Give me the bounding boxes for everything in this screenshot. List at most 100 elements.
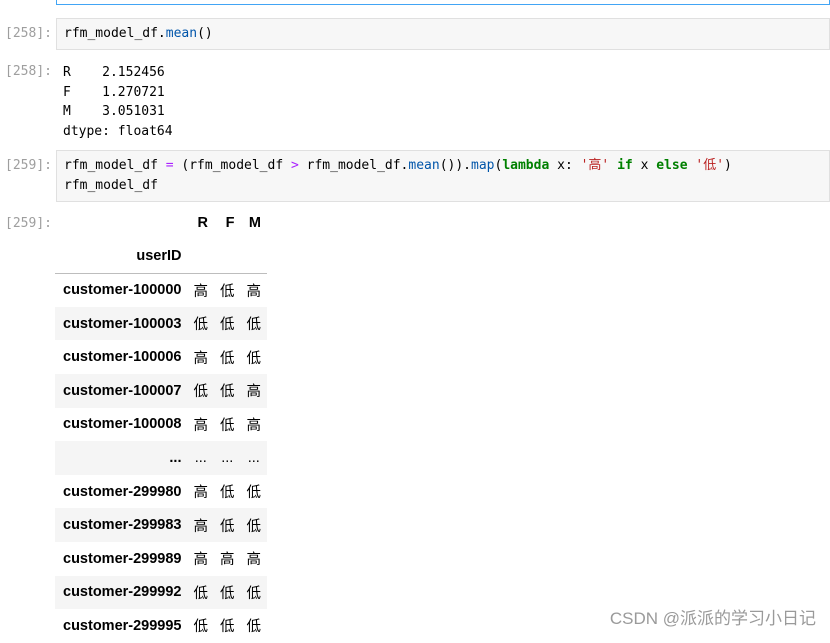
cell-m: 低 (246, 317, 262, 334)
code-token-else: else (656, 158, 688, 173)
row-index: customer-100000 (63, 282, 182, 299)
cell-f: 低 (220, 384, 235, 401)
row-index: customer-100007 (63, 382, 182, 399)
code-token: x (632, 158, 657, 173)
row-index: customer-299989 (63, 550, 182, 567)
table-row: customer-299992 低低低 (55, 575, 267, 610)
code-token: rfm_model_df (64, 158, 166, 173)
cell-r: 高 (193, 518, 209, 535)
column-header-f: F (225, 214, 235, 231)
code-token-map: map (471, 158, 495, 173)
cell-m: ... (247, 449, 260, 466)
cell-m: 低 (246, 619, 262, 636)
table-row: customer-299983 高低低 (55, 508, 267, 542)
cell-r: 低 (193, 384, 209, 401)
cell-r: 高 (193, 283, 209, 300)
row-index: customer-299992 (63, 584, 182, 601)
cell-r: 低 (193, 585, 209, 602)
row-index: customer-100003 (63, 315, 182, 332)
cell-m: 低 (246, 518, 262, 535)
table-row: customer-100007 低低高 (55, 373, 267, 408)
cell-f: ... (221, 449, 234, 466)
cell-f: 低 (220, 417, 235, 434)
header-blank (214, 239, 241, 274)
cell-r: 低 (193, 619, 209, 636)
code-cell-258[interactable]: rfm_model_df.mean() (56, 18, 830, 50)
code-token-string: '低' (695, 158, 725, 173)
row-index: customer-299983 (63, 517, 182, 534)
code-token-mean: mean (408, 158, 440, 173)
code-token-if: if (617, 158, 633, 173)
cell-r: 低 (193, 317, 209, 334)
code-token: rfm_model_df. (64, 26, 166, 41)
output-series: R 2.152456 F 1.270721 M 3.051031 dtype: flo… (63, 63, 173, 141)
cell-f: 低 (220, 317, 235, 334)
table-row-ellipsis: ............ (55, 441, 267, 475)
code-token-string: '高' (580, 158, 610, 173)
table-row: customer-299989 高高高 (55, 542, 267, 576)
code-token: ) (724, 158, 732, 173)
watermark: CSDN @派派的学习小日记 (609, 609, 816, 628)
cell-f: 低 (220, 283, 235, 300)
header-blank (55, 206, 188, 240)
row-index: customer-100006 (63, 349, 182, 366)
cell-r: ... (194, 449, 207, 466)
row-index: customer-100008 (63, 416, 182, 433)
output-prompt-259: [259]: (5, 216, 52, 231)
cell-r: 高 (193, 417, 209, 434)
cell-m: 低 (246, 350, 262, 367)
table-row: customer-100008 高低高 (55, 408, 267, 442)
cell-r: 高 (193, 552, 209, 569)
code-token-lambda: lambda (502, 158, 550, 173)
cell-f: 低 (220, 350, 235, 367)
code-token: ()). (439, 158, 472, 173)
dataframe-table: R F M userID customer-100000 高低高 customer… (55, 206, 267, 643)
table-row: customer-100003 低低低 (55, 306, 267, 341)
header-blank (240, 239, 267, 274)
header-row-index: userID (55, 239, 267, 274)
previous-cell-border (56, 0, 830, 5)
cell-f: 低 (220, 585, 235, 602)
header-row-columns: R F M (55, 206, 267, 240)
cell-f: 高 (220, 552, 235, 569)
cell-r: 高 (193, 350, 209, 367)
index-name: userID (55, 239, 188, 274)
code-token: rfm_model_df. (298, 158, 409, 173)
input-prompt-259: [259]: (5, 158, 52, 173)
code-token-eq: = (165, 158, 174, 173)
code-cell-259[interactable]: rfm_model_df = (rfm_model_df > rfm_model… (56, 150, 830, 202)
code-token-mean: mean (165, 26, 198, 41)
cell-m: 高 (246, 552, 262, 569)
cell-m: 高 (246, 384, 262, 401)
column-header-m: M (248, 214, 261, 231)
cell-r: 高 (193, 485, 209, 502)
code-line-1: rfm_model_df = (rfm_model_df > rfm_model… (64, 156, 823, 176)
output-prompt-258: [258]: (5, 64, 52, 79)
cell-f: 低 (220, 485, 235, 502)
code-line-2: rfm_model_df (64, 178, 158, 193)
output-line: R 2.152456 (63, 65, 165, 80)
row-index: customer-299980 (63, 483, 182, 500)
code-token: x: (549, 158, 581, 173)
code-token: () (197, 26, 213, 41)
cell-m: 高 (246, 417, 262, 434)
cell-m: 低 (246, 485, 262, 502)
table-row: customer-100000 高低高 (55, 273, 267, 307)
output-line: F 1.270721 (63, 84, 165, 100)
cell-f: 低 (220, 619, 235, 636)
cell-f: 低 (220, 518, 235, 535)
code-token-gt: > (290, 158, 299, 173)
header-blank (187, 239, 214, 274)
row-index: customer-299995 (63, 617, 182, 634)
output-line: M 3.051031 (63, 104, 165, 119)
cell-m: 高 (246, 283, 262, 300)
column-header-r: R (197, 214, 208, 231)
cell-m: 低 (246, 585, 262, 602)
table-row: customer-299995 低低低 (55, 609, 267, 643)
table-row: customer-299980 高低低 (55, 475, 267, 509)
code-token: (rfm_model_df (173, 158, 291, 173)
input-prompt-258: [258]: (5, 26, 52, 41)
table-row: customer-100006 高低低 (55, 340, 267, 374)
row-index: ... (169, 449, 182, 466)
